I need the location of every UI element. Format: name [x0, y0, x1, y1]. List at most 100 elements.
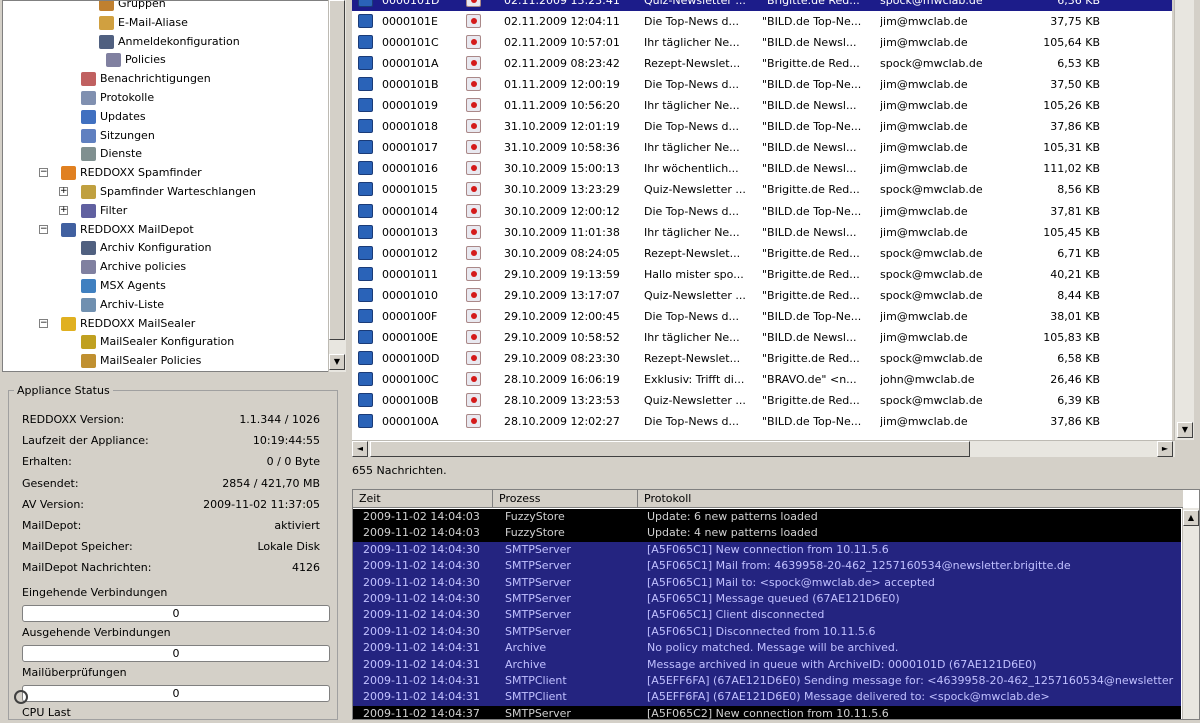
message-row[interactable]: 00001017 31.10.2009 10:58:36 Ihr täglicher… [352, 137, 1172, 158]
log-header-process[interactable]: Prozess [493, 490, 638, 508]
log-row[interactable]: 2009-11-02 14:04:31 SMTPClient [A5EFF6FA] … [353, 689, 1181, 706]
status-label: MailDepot Nachrichten: [22, 561, 152, 575]
hscroll-thumb[interactable] [370, 441, 970, 457]
message-row[interactable]: 00001013 30.10.2009 11:01:38 Ihr täglicher… [352, 222, 1172, 243]
tree-item[interactable]: Protokolle [81, 89, 154, 107]
message-row[interactable]: 0000100C 28.10.2009 16:06:19 Exklusiv: Tri… [352, 369, 1172, 390]
log-row[interactable]: 2009-11-02 14:04:37 SMTPServer [A5F065C2] … [353, 705, 1181, 719]
message-from: "BILD.de Newsl... [762, 99, 857, 113]
log-row[interactable]: 2009-11-02 14:04:30 SMTPServer [A5F065C1] … [353, 558, 1181, 575]
log-row[interactable]: 2009-11-02 14:04:31 SMTPClient [A5EFF6FA] … [353, 673, 1181, 690]
message-row[interactable]: 00001016 30.10.2009 15:00:13 Ihr wöchentli… [352, 158, 1172, 179]
log-scroll-up-button[interactable]: ▲ [1183, 510, 1199, 526]
tree-item[interactable]: Archive policies [81, 258, 186, 276]
message-row[interactable]: 00001012 30.10.2009 08:24:05 Rezept-Newsle… [352, 243, 1172, 264]
tree-item[interactable]: MailSealer Policies [81, 352, 201, 370]
tree-item[interactable]: MailSealer Konfiguration [81, 333, 234, 351]
log-header-time[interactable]: Zeit [353, 490, 493, 508]
message-scroll-down-button[interactable]: ▼ [1177, 422, 1193, 438]
message-row[interactable]: 00001014 30.10.2009 12:00:12 Die Top-News … [352, 201, 1172, 222]
message-row[interactable]: 0000101E 02.11.2009 12:04:11 Die Top-News … [352, 11, 1172, 32]
message-id: 00001014 [382, 204, 438, 218]
message-row[interactable]: 0000100D 29.10.2009 08:23:30 Rezept-Newsle… [352, 348, 1172, 369]
tree-item[interactable]: + Spamfinder Warteschlangen [59, 183, 256, 201]
message-row[interactable]: 0000100B 28.10.2009 13:23:53 Quiz-Newslett… [352, 390, 1172, 411]
log-process: SMTPServer [505, 559, 571, 573]
log-scrollbar[interactable]: ▲ [1182, 508, 1199, 719]
log-time: 2009-11-02 14:04:30 [363, 542, 480, 556]
message-row[interactable]: 00001015 30.10.2009 13:23:29 Quiz-Newslett… [352, 179, 1172, 200]
tree-item[interactable]: Policies [106, 51, 166, 69]
log-header-protocol[interactable]: Protokoll [638, 490, 1183, 508]
archive-status-icon [466, 119, 481, 134]
message-row[interactable]: 0000100F 29.10.2009 12:00:45 Die Top-News … [352, 306, 1172, 327]
tree-node-icon [106, 53, 121, 68]
collapse-icon[interactable]: − [39, 318, 48, 328]
message-size: 6,36 KB [1057, 0, 1100, 7]
tree-node-icon [99, 1, 114, 11]
tree-item[interactable]: MSX Agents [81, 277, 166, 295]
message-row[interactable]: 0000101B 01.11.2009 12:00:19 Die Top-News … [352, 74, 1172, 95]
message-row[interactable]: 00001019 01.11.2009 10:56:20 Ihr täglicher… [352, 95, 1172, 116]
tree-node-icon [81, 335, 96, 350]
tree-item-label: Archiv-Liste [100, 297, 165, 311]
tree-scroll-down-button[interactable]: ▼ [329, 354, 345, 370]
message-row[interactable]: 00001011 29.10.2009 19:13:59 Hallo mister … [352, 264, 1172, 285]
message-row[interactable]: 0000101D 02.11.2009 13:23:41 Quiz-Newslett… [352, 0, 1172, 11]
message-row[interactable]: 0000101A 02.11.2009 08:23:42 Rezept-Newsle… [352, 53, 1172, 74]
tree-item-label: Spamfinder Warteschlangen [100, 185, 256, 198]
tree-node-icon [81, 260, 96, 275]
tree-item[interactable]: Sitzungen [81, 127, 155, 145]
log-row[interactable]: 2009-11-02 14:04:30 SMTPServer [A5F065C1] … [353, 623, 1181, 641]
message-date: 01.11.2009 12:00:19 [504, 78, 620, 92]
tree-item[interactable]: − REDDOXX MailDepot [39, 221, 194, 239]
tree-item[interactable]: Archiv-Liste [81, 296, 164, 314]
tree-item-label: Archiv Konfiguration [100, 241, 212, 255]
mail-icon [358, 329, 373, 344]
tree-item[interactable]: E-Mail-Aliase [99, 14, 188, 32]
tree-item[interactable]: − REDDOXX MailSealer [39, 315, 196, 333]
tree-scrollbar[interactable]: ▼ [328, 0, 346, 372]
message-id: 0000101E [382, 15, 438, 29]
log-panel[interactable]: Zeit Prozess Protokoll 2009-11-02 14:04:… [352, 489, 1200, 720]
collapse-icon[interactable]: − [39, 224, 48, 234]
tree-item[interactable]: Anmeldekonfiguration [99, 33, 240, 51]
log-row[interactable]: 2009-11-02 14:04:31 Archive No policy matc… [353, 640, 1181, 657]
message-list[interactable]: 0000101D 02.11.2009 13:23:41 Quiz-Newslett… [352, 0, 1172, 440]
mail-icon [358, 203, 373, 218]
tree-item[interactable]: − REDDOXX Spamfinder [39, 164, 202, 182]
log-row[interactable]: 2009-11-02 14:04:30 SMTPServer [A5F065C1] … [353, 574, 1181, 591]
message-row[interactable]: 00001010 29.10.2009 13:17:07 Quiz-Newslett… [352, 285, 1172, 306]
log-row[interactable]: 2009-11-02 14:04:03 FuzzyStore Update: 6 n… [353, 509, 1181, 526]
log-row[interactable]: 2009-11-02 14:04:31 Archive Message archiv… [353, 656, 1181, 673]
message-row[interactable]: 0000100E 29.10.2009 10:58:52 Ihr täglicher… [352, 327, 1172, 348]
log-row[interactable]: 2009-11-02 14:04:30 SMTPServer [A5F065C1] … [353, 591, 1181, 608]
message-row[interactable]: 00001018 31.10.2009 12:01:19 Die Top-News … [352, 116, 1172, 137]
tree-item[interactable]: Archiv Konfiguration [81, 239, 211, 257]
tree-item[interactable]: Benachrichtigungen [81, 70, 211, 88]
tree-scroll-thumb[interactable] [329, 0, 345, 340]
message-hscrollbar[interactable]: ◄ ► [352, 440, 1175, 457]
navigation-tree[interactable]: Gruppen E-Mail-Aliase Anmeldekonfiguration… [2, 0, 330, 372]
log-row[interactable]: 2009-11-02 14:04:03 FuzzyStore Update: 4 n… [353, 525, 1181, 542]
log-row[interactable]: 2009-11-02 14:04:30 SMTPServer [A5F065C1] … [353, 541, 1181, 559]
tree-item[interactable]: + Filter [59, 202, 127, 220]
message-date: 30.10.2009 11:01:38 [504, 225, 620, 239]
expand-icon[interactable]: + [59, 187, 68, 196]
hscroll-left-button[interactable]: ◄ [352, 441, 368, 457]
tree-item[interactable]: Dienste [81, 145, 142, 163]
message-list-scrollbar[interactable]: ▼ [1174, 0, 1194, 440]
tree-item-label: REDDOXX MailSealer [80, 316, 196, 330]
hscroll-right-button[interactable]: ► [1157, 441, 1173, 457]
connection-progress-bar: 0 [22, 645, 330, 662]
message-row[interactable]: 0000100A 28.10.2009 12:02:27 Die Top-News … [352, 411, 1172, 432]
tree-item[interactable]: Updates [81, 108, 146, 126]
mail-icon [358, 308, 373, 323]
mail-icon [358, 371, 373, 386]
expand-icon[interactable]: + [59, 205, 68, 215]
collapse-icon[interactable]: − [39, 168, 48, 178]
tree-item[interactable]: Gruppen [99, 1, 166, 13]
log-time: 2009-11-02 14:04:30 [363, 559, 480, 573]
log-row[interactable]: 2009-11-02 14:04:30 SMTPServer [A5F065C1] … [353, 607, 1181, 624]
message-row[interactable]: 0000101C 02.11.2009 10:57:01 Ihr täglicher… [352, 32, 1172, 53]
